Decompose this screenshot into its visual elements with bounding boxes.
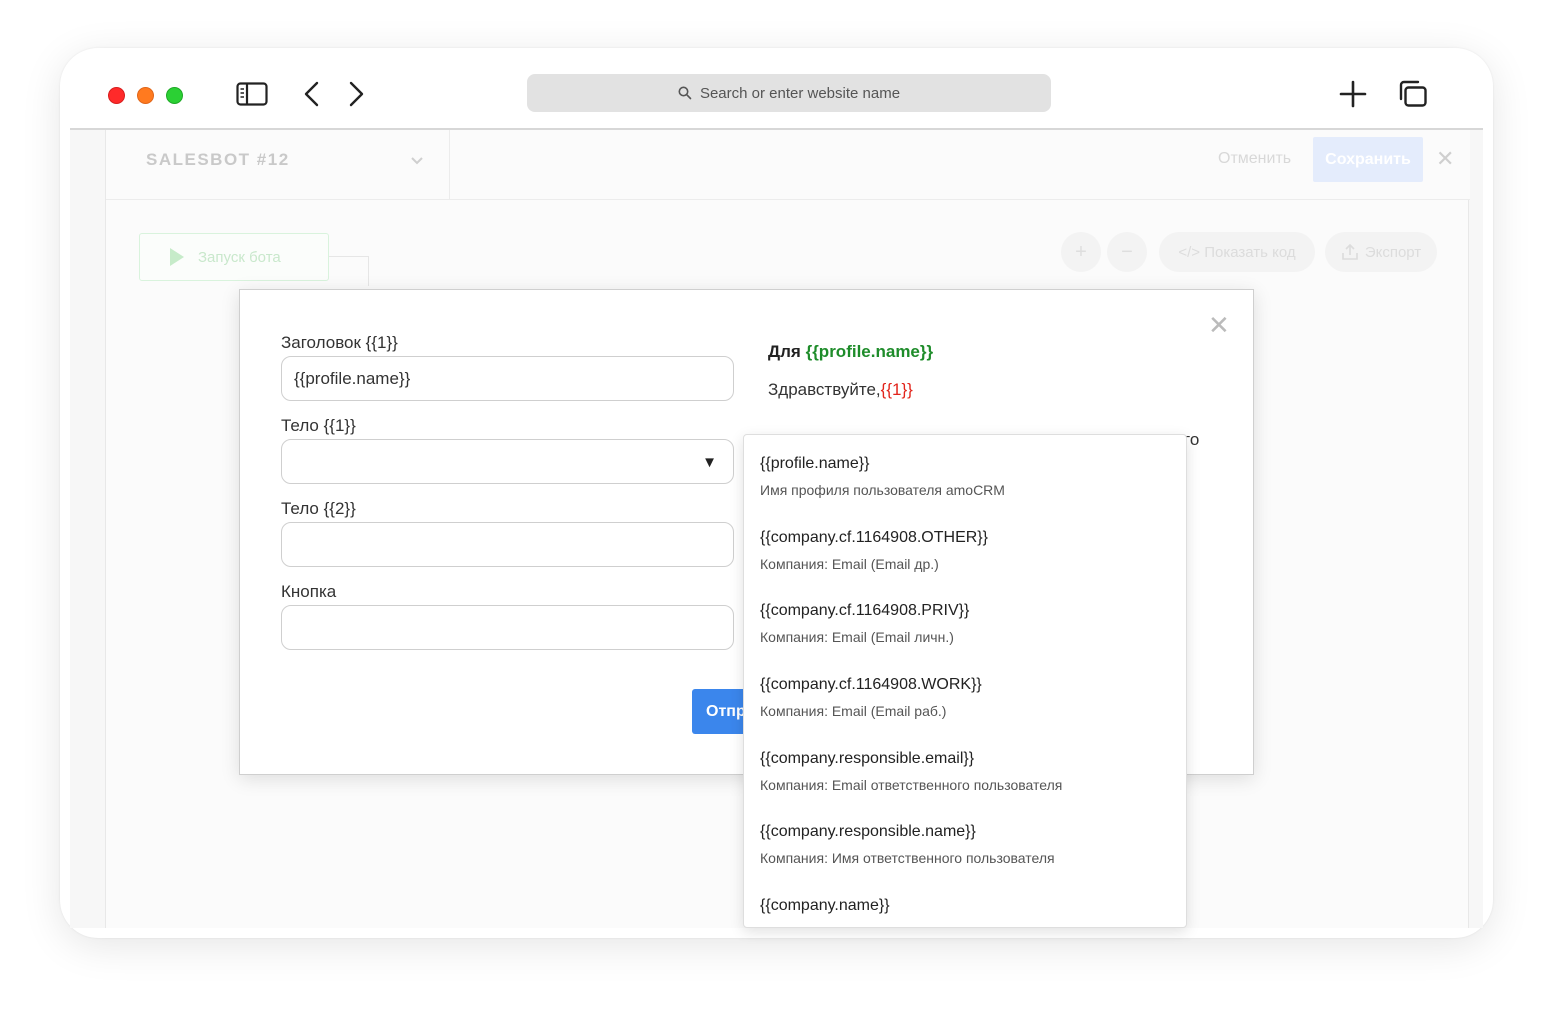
back-icon[interactable] bbox=[300, 78, 324, 110]
new-tab-icon[interactable] bbox=[1338, 78, 1368, 110]
maximize-window-button[interactable] bbox=[166, 87, 183, 104]
chevron-down-icon[interactable] bbox=[411, 152, 423, 168]
address-placeholder: Search or enter website name bbox=[699, 84, 901, 102]
sidebar-toggle-icon[interactable] bbox=[235, 78, 269, 110]
body2-field-label: Тело {{2}} bbox=[281, 499, 356, 518]
browser-toolbar: Search or enter website name bbox=[70, 58, 1483, 130]
option-code: {{company.name}} bbox=[760, 897, 890, 914]
start-bot-label: Запуск бота bbox=[198, 248, 281, 266]
body2-field-input[interactable] bbox=[281, 522, 734, 567]
show-code-button[interactable]: </> Показать код bbox=[1159, 232, 1315, 272]
start-bot-node[interactable]: Запуск бота bbox=[139, 233, 329, 281]
preview-hello-prefix: Здравствуйте, bbox=[768, 380, 881, 399]
minimize-window-button[interactable] bbox=[137, 87, 154, 104]
option-code: {{company.responsible.name}} bbox=[760, 823, 976, 840]
dropdown-option[interactable]: {{company.cf.1164908.OTHER}} Компания: E… bbox=[760, 529, 988, 572]
option-description: Компания: Email ответственного пользоват… bbox=[760, 777, 1063, 793]
save-button[interactable]: Сохранить bbox=[1313, 137, 1423, 182]
dropdown-arrow-icon[interactable]: ▼ bbox=[702, 454, 717, 471]
export-button[interactable]: Экспорт bbox=[1325, 232, 1437, 272]
option-description: Компания: Имя ответственного пользовател… bbox=[760, 850, 1055, 866]
dropdown-option[interactable]: {{company.responsible.email}} Компания: … bbox=[760, 750, 1062, 793]
preview-greeting: Здравствуйте,{{1}} bbox=[768, 380, 913, 400]
preview-for-variable: {{profile.name}} bbox=[805, 342, 934, 361]
preview-hello-variable: {{1}} bbox=[880, 380, 913, 399]
play-icon bbox=[170, 248, 184, 266]
address-bar[interactable]: Search or enter website name bbox=[527, 74, 1051, 112]
option-code: {{profile.name}} bbox=[760, 455, 870, 472]
body1-select[interactable]: ▼ bbox=[281, 439, 734, 484]
dropdown-option[interactable]: {{profile.name}} Имя профиля пользовател… bbox=[760, 455, 1005, 498]
dropdown-option[interactable]: {{company.name}} bbox=[760, 897, 890, 915]
header-field-input[interactable]: {{profile.name}} bbox=[281, 356, 734, 401]
close-icon[interactable]: ✕ bbox=[1208, 310, 1230, 341]
button-field-label: Кнопка bbox=[281, 582, 337, 601]
header-field-value: {{profile.name}} bbox=[294, 368, 411, 388]
forward-icon[interactable] bbox=[344, 78, 368, 110]
dropdown-option[interactable]: {{company.cf.1164908.WORK}} Компания: Em… bbox=[760, 676, 982, 719]
dropdown-option[interactable]: {{company.responsible.name}} Компания: И… bbox=[760, 823, 1055, 866]
preview-for-prefix: Для bbox=[768, 342, 801, 361]
zoom-out-button[interactable]: − bbox=[1107, 232, 1147, 272]
dropdown-option[interactable]: {{company.cf.1164908.PRIV}} Компания: Em… bbox=[760, 602, 969, 645]
cancel-button[interactable]: Отменить bbox=[1218, 150, 1291, 168]
tab-overview-icon[interactable] bbox=[1397, 78, 1429, 110]
search-icon bbox=[678, 86, 692, 100]
body1-field-label: Тело {{1}} bbox=[281, 416, 356, 435]
zoom-in-button[interactable]: + bbox=[1061, 232, 1101, 272]
option-code: {{company.cf.1164908.PRIV}} bbox=[760, 602, 970, 619]
upload-icon bbox=[1342, 243, 1358, 260]
option-description: Компания: Email (Email личн.) bbox=[760, 629, 954, 645]
option-code: {{company.cf.1164908.WORK}} bbox=[760, 676, 982, 693]
button-field-input[interactable] bbox=[281, 605, 734, 650]
close-window-button[interactable] bbox=[108, 87, 125, 104]
export-label: Экспорт bbox=[1364, 243, 1422, 261]
option-code: {{company.cf.1164908.OTHER}} bbox=[760, 529, 988, 546]
option-description: Компания: Email (Email др.) bbox=[760, 556, 939, 572]
option-code: {{company.responsible.email}} bbox=[760, 750, 975, 767]
preview-recipient: Для {{profile.name}} bbox=[768, 342, 933, 362]
option-description: Имя профиля пользователя amoCRM bbox=[760, 482, 1005, 498]
bot-header: SALESBOT #12 Отменить Сохранить ✕ bbox=[106, 130, 1470, 200]
header-divider bbox=[449, 130, 450, 200]
option-description: Компания: Email (Email раб.) bbox=[760, 703, 947, 719]
header-field-label: Заголовок {{1}} bbox=[281, 333, 398, 352]
close-icon[interactable]: ✕ bbox=[1436, 146, 1454, 172]
variable-dropdown: {{profile.name}} Имя профиля пользовател… bbox=[743, 434, 1187, 928]
bot-title[interactable]: SALESBOT #12 bbox=[146, 150, 290, 170]
node-connector bbox=[329, 256, 369, 286]
